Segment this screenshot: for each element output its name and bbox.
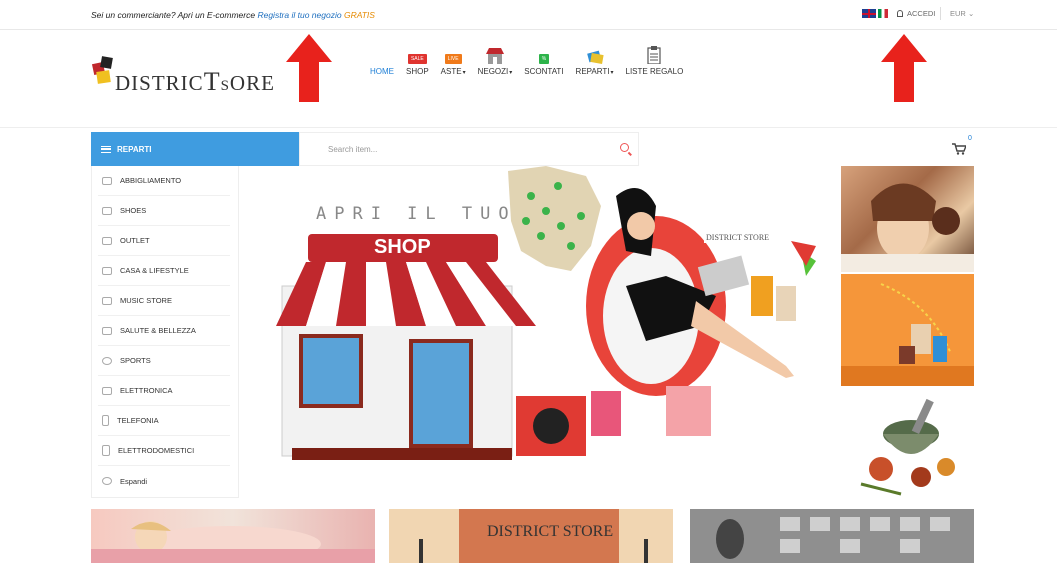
spices-mortar-image[interactable] bbox=[841, 389, 974, 507]
search-input[interactable]: Search item... bbox=[299, 132, 639, 166]
nav-scontati[interactable]: % SCONTATI bbox=[524, 44, 564, 76]
appliance-icon bbox=[102, 445, 110, 456]
reparti-label: REPARTI bbox=[117, 144, 152, 154]
products-orange-image[interactable] bbox=[841, 274, 974, 386]
music-icon bbox=[102, 296, 112, 305]
banner-mini-logo: DISTRICT STORE bbox=[704, 232, 772, 243]
reparti-menu-button[interactable]: REPARTI bbox=[91, 132, 299, 166]
category-sports[interactable]: SPORTS bbox=[98, 346, 230, 376]
category-telefonia[interactable]: TELEFONIA bbox=[98, 406, 230, 436]
category-shoes[interactable]: SHOES bbox=[98, 196, 230, 226]
search-placeholder: Search item... bbox=[328, 144, 378, 154]
nav-liste-regalo[interactable]: LISTE REGALO bbox=[626, 44, 683, 76]
lock-icon bbox=[897, 10, 903, 17]
category-music-store[interactable]: MUSIC STORE bbox=[98, 286, 230, 316]
monitor-icon bbox=[102, 386, 112, 395]
annotation-arrow-left bbox=[286, 34, 332, 102]
cart-count-badge: 0 bbox=[968, 135, 972, 142]
chevron-down-icon: ⌄ bbox=[967, 9, 975, 18]
english-flag-icon[interactable] bbox=[862, 9, 876, 18]
login-label: ACCEDI bbox=[907, 9, 936, 18]
category-elettronica[interactable]: ELETTRONICA bbox=[98, 376, 230, 406]
register-shop-link[interactable]: Registra il tuo negozio bbox=[257, 10, 341, 20]
category-outlet[interactable]: OUTLET bbox=[98, 226, 230, 256]
bottom-banner-kids[interactable] bbox=[91, 509, 375, 563]
hamburger-icon bbox=[101, 145, 111, 153]
free-label[interactable]: GRATIS bbox=[344, 10, 375, 20]
site-logo[interactable]: DISTRICTSORE bbox=[91, 55, 274, 100]
login-link[interactable]: ACCEDI bbox=[897, 9, 935, 18]
category-abbigliamento[interactable]: ABBIGLIAMENTO bbox=[98, 166, 230, 196]
italian-flag-icon[interactable] bbox=[878, 9, 888, 18]
category-salute-bellezza[interactable]: SALUTE & BELLEZZA bbox=[98, 316, 230, 346]
header-divider bbox=[0, 127, 1057, 128]
annotation-arrow-right bbox=[881, 34, 927, 102]
shoe-icon bbox=[102, 206, 112, 215]
promo-text: Sei un commerciante? Apri un E-commerce … bbox=[91, 10, 375, 20]
chevron-down-icon: ▾ bbox=[509, 70, 513, 76]
language-selector[interactable] bbox=[862, 9, 888, 18]
main-navigation: HOME SALE SHOP LIVE ASTE▾ NEGOZI▾ % SCON… bbox=[370, 44, 695, 76]
category-menu: ABBIGLIAMENTO SHOES OUTLET CASA & LIFEST… bbox=[91, 166, 239, 498]
heart-icon bbox=[102, 326, 112, 335]
top-bar: Sei un commerciante? Apri un E-commerce … bbox=[0, 0, 1057, 30]
currency-selector[interactable]: EUR ⌄ bbox=[950, 9, 974, 18]
phone-icon bbox=[102, 415, 109, 426]
chevron-down-icon: ▾ bbox=[462, 70, 466, 76]
bottom-banner-logo: DISTRICT STORE bbox=[487, 523, 614, 540]
sale-badge-icon: SALE bbox=[407, 54, 427, 64]
promo-question: Sei un commerciante? Apri un E-commerce bbox=[91, 10, 256, 20]
currency-label: EUR bbox=[950, 9, 966, 18]
banner-headline: APRI IL TUO bbox=[316, 204, 517, 224]
search-icon[interactable] bbox=[620, 143, 629, 152]
nav-reparti[interactable]: REPARTI▾ bbox=[576, 44, 614, 76]
bottom-banner-street[interactable] bbox=[690, 509, 974, 563]
store-icon bbox=[485, 48, 504, 64]
percent-icon bbox=[102, 236, 112, 245]
chevron-down-icon: ▾ bbox=[610, 70, 614, 76]
cards-icon bbox=[586, 50, 604, 64]
logo-wordmark: DISTRICTSORE bbox=[115, 67, 275, 96]
shirt-icon bbox=[102, 176, 112, 185]
nav-negozi[interactable]: NEGOZI▾ bbox=[478, 44, 513, 76]
clipboard-icon bbox=[647, 46, 661, 64]
category-espandi[interactable]: Espandi bbox=[98, 466, 230, 496]
ball-icon bbox=[102, 356, 112, 365]
nav-aste[interactable]: LIVE ASTE▾ bbox=[441, 44, 466, 76]
topbar-divider bbox=[940, 7, 941, 20]
cart-icon[interactable] bbox=[952, 143, 966, 155]
category-elettrodomestici[interactable]: ELETTRODOMESTICI bbox=[98, 436, 230, 466]
plus-icon bbox=[102, 477, 112, 485]
discount-badge-icon: % bbox=[538, 54, 550, 64]
live-badge-icon: LIVE bbox=[444, 54, 462, 64]
bottom-banner-store[interactable]: DISTRICT STORE bbox=[389, 509, 673, 563]
banner-awning-label: SHOP bbox=[374, 236, 431, 258]
sofa-icon bbox=[102, 266, 112, 275]
nav-home[interactable]: HOME bbox=[370, 44, 394, 76]
hero-banner[interactable]: APRI IL TUO SHOP DISTRICT STORE bbox=[246, 166, 836, 466]
beauty-spa-image[interactable] bbox=[841, 166, 974, 272]
nav-shop[interactable]: SALE SHOP bbox=[406, 44, 429, 76]
category-casa-lifestyle[interactable]: CASA & LIFESTYLE bbox=[98, 256, 230, 286]
